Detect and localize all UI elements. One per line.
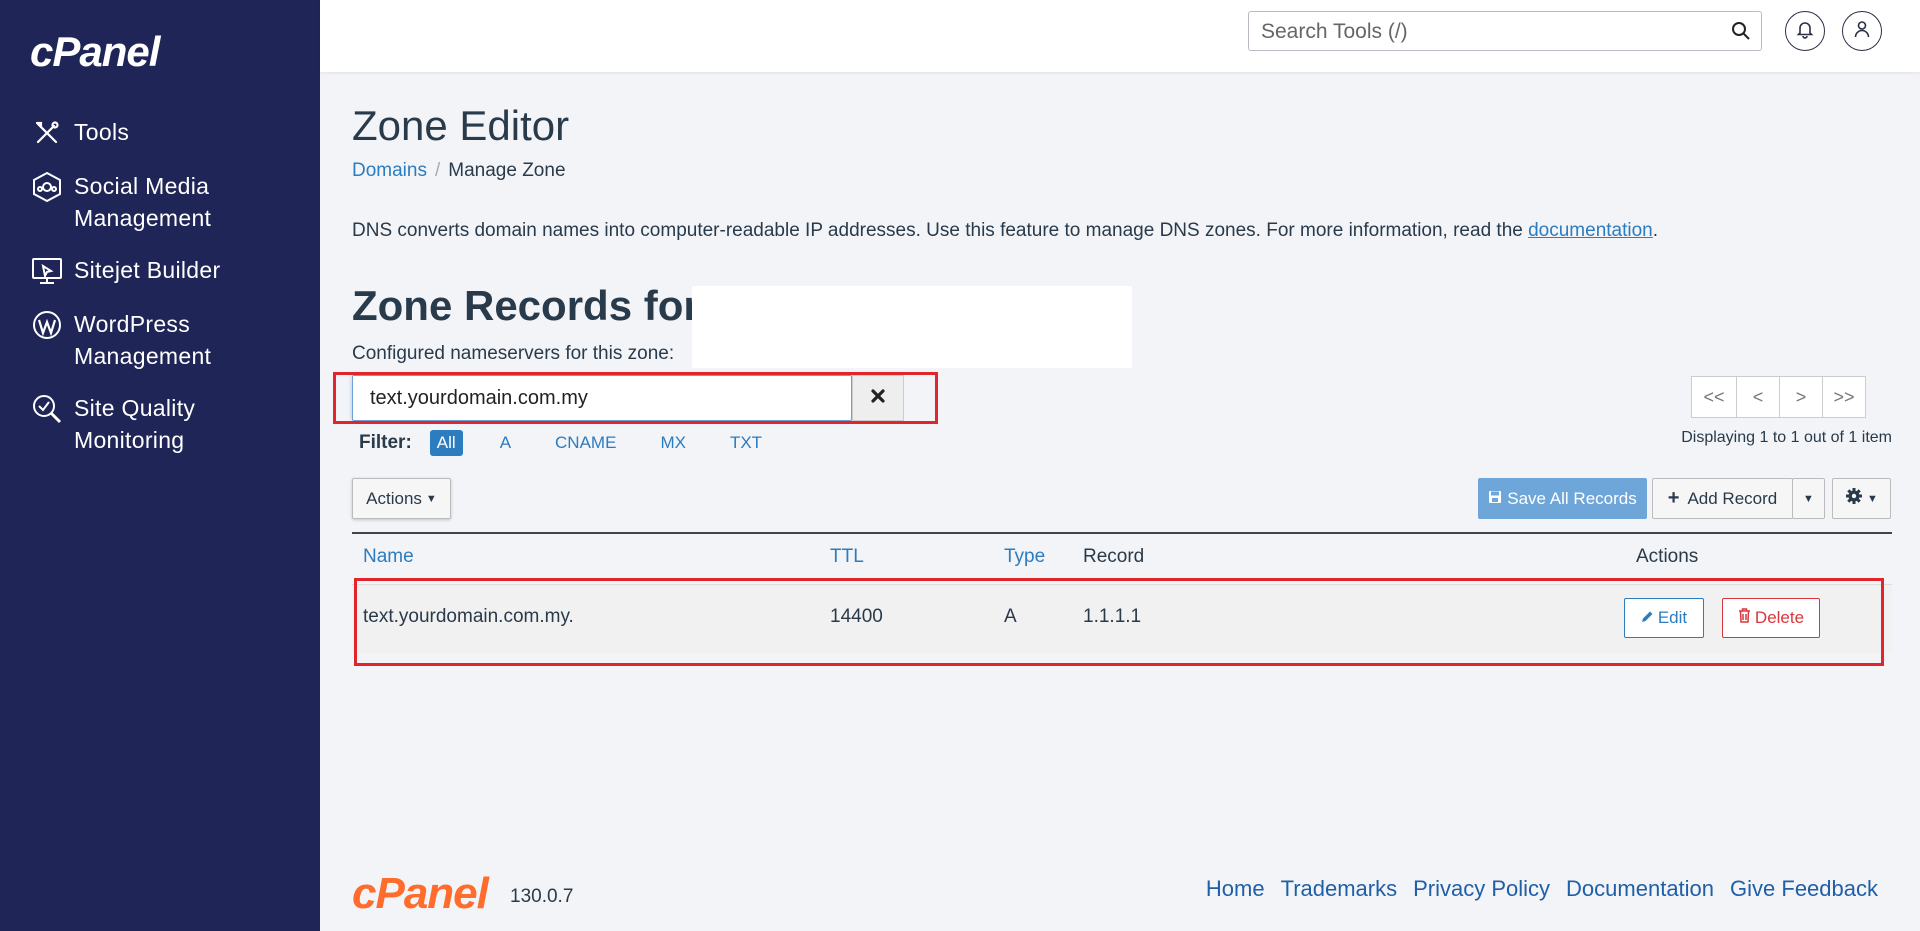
site-quality-icon — [30, 392, 64, 426]
footer-link-trademarks[interactable]: Trademarks — [1281, 876, 1398, 902]
top-bar — [320, 0, 1920, 72]
search-icon[interactable] — [1731, 21, 1751, 46]
caret-down-icon: ▼ — [1803, 492, 1814, 505]
edit-label: Edit — [1657, 608, 1688, 627]
social-media-icon — [30, 170, 64, 204]
sidebar-item-label: Sitejet Builder — [74, 257, 221, 283]
record-value-cell: 1.1.1.1 — [1083, 606, 1142, 627]
footer-link-documentation[interactable]: Documentation — [1566, 876, 1714, 902]
column-header-type[interactable]: Type — [1004, 546, 1045, 568]
next-page-button[interactable]: > — [1779, 376, 1823, 418]
actions-dropdown-button[interactable]: Actions ▼ — [352, 478, 451, 519]
add-record-label: Add Record — [1687, 488, 1778, 508]
notifications-button[interactable] — [1785, 11, 1825, 51]
search-tools — [1248, 11, 1762, 51]
filter-option-all[interactable]: All — [429, 430, 463, 456]
pencil-icon — [1641, 608, 1654, 628]
sidebar-item-label: Site Quality Monitoring — [74, 395, 196, 453]
user-menu-button[interactable] — [1842, 11, 1882, 51]
breadcrumb-domains-link[interactable]: Domains — [352, 160, 427, 181]
save-all-records-button[interactable]: Save All Records — [1478, 478, 1647, 519]
sidebar-item-label: WordPress Management — [74, 311, 212, 369]
sidebar-item-label: Social Media Management — [74, 173, 212, 231]
zone-records-title: Zone Records for ‘ — [352, 282, 724, 329]
close-icon — [870, 388, 886, 409]
save-icon — [1488, 489, 1502, 509]
footer-cpanel-logo: cPanel — [352, 869, 489, 918]
breadcrumb-current: Manage Zone — [448, 160, 566, 181]
column-header-record: Record — [1083, 546, 1145, 567]
footer-link-home[interactable]: Home — [1206, 876, 1265, 902]
footer-link-feedback[interactable]: Give Feedback — [1730, 876, 1878, 902]
sitejet-icon — [30, 254, 64, 288]
footer-links: Home Trademarks Privacy Policy Documenta… — [1190, 876, 1878, 902]
sidebar-item-site-quality[interactable]: Site Quality Monitoring — [0, 392, 320, 456]
trash-icon — [1738, 608, 1751, 628]
cpanel-logo[interactable]: cPanel — [30, 28, 160, 76]
version-label: 130.0.7 — [510, 886, 574, 907]
sidebar: cPanel Tools Social Media Management Sit… — [0, 0, 320, 931]
plus-icon: + — [1667, 487, 1680, 509]
delete-record-button[interactable]: Delete — [1722, 598, 1820, 638]
clear-search-button[interactable] — [852, 375, 904, 421]
sidebar-item-label: Tools — [74, 119, 130, 145]
caret-down-icon: ▼ — [1867, 492, 1878, 505]
record-search-input[interactable] — [368, 386, 832, 411]
column-header-ttl[interactable]: TTL — [830, 546, 864, 568]
filter-option-txt[interactable]: TXT — [723, 430, 769, 456]
add-record-dropdown-button[interactable]: ▼ — [1792, 478, 1825, 519]
sidebar-nav: Tools Social Media Management Sitejet Bu… — [0, 116, 320, 476]
wordpress-icon — [30, 308, 64, 342]
sidebar-item-sitejet[interactable]: Sitejet Builder — [0, 254, 320, 288]
record-search — [352, 375, 852, 421]
column-header-name[interactable]: Name — [363, 546, 414, 568]
filter-option-mx[interactable]: MX — [653, 430, 693, 456]
add-record-button[interactable]: + Add Record — [1652, 478, 1793, 519]
edit-record-button[interactable]: Edit — [1624, 598, 1704, 638]
settings-dropdown-button[interactable]: ▼ — [1832, 478, 1891, 519]
column-header-actions: Actions — [1636, 546, 1699, 567]
filter-option-a[interactable]: A — [493, 430, 518, 456]
caret-down-icon: ▼ — [425, 492, 437, 505]
page-description: DNS converts domain names into computer-… — [352, 220, 1658, 242]
user-icon — [1852, 19, 1872, 44]
record-name-cell: text.yourdomain.com.my. — [363, 606, 574, 627]
pagination: << < > >> — [1691, 376, 1866, 418]
table-top-border — [352, 532, 1892, 534]
save-all-label: Save All Records — [1507, 488, 1637, 508]
pagination-status: Displaying 1 to 1 out of 1 item — [1681, 429, 1892, 446]
bell-icon — [1795, 19, 1815, 44]
first-page-button[interactable]: << — [1691, 376, 1737, 418]
footer-link-privacy[interactable]: Privacy Policy — [1413, 876, 1550, 902]
sidebar-item-social-media[interactable]: Social Media Management — [0, 170, 320, 234]
last-page-button[interactable]: >> — [1822, 376, 1866, 418]
breadcrumb-separator: / — [434, 160, 441, 181]
record-ttl-cell: 14400 — [830, 606, 883, 627]
actions-label: Actions — [366, 488, 422, 508]
redacted-area — [692, 286, 1132, 368]
sidebar-item-wordpress[interactable]: WordPress Management — [0, 308, 320, 372]
prev-page-button[interactable]: < — [1736, 376, 1780, 418]
description-end: . — [1652, 220, 1659, 241]
search-tools-input[interactable] — [1259, 18, 1713, 46]
record-filter: Filter: All A CNAME MX TXT — [359, 430, 799, 456]
record-type-cell: A — [1004, 606, 1017, 627]
tools-icon — [30, 116, 64, 150]
sidebar-item-tools[interactable]: Tools — [0, 116, 320, 150]
documentation-link[interactable]: documentation — [1528, 220, 1653, 241]
gear-icon — [1845, 487, 1863, 510]
delete-label: Delete — [1754, 608, 1805, 627]
filter-label: Filter: — [359, 432, 412, 453]
page-title: Zone Editor — [352, 102, 570, 149]
breadcrumb: Domains / Manage Zone — [352, 160, 566, 182]
description-text: DNS converts domain names into computer-… — [352, 220, 1529, 241]
nameservers-label: Configured nameservers for this zone: — [352, 343, 675, 364]
filter-option-cname[interactable]: CNAME — [548, 430, 623, 456]
